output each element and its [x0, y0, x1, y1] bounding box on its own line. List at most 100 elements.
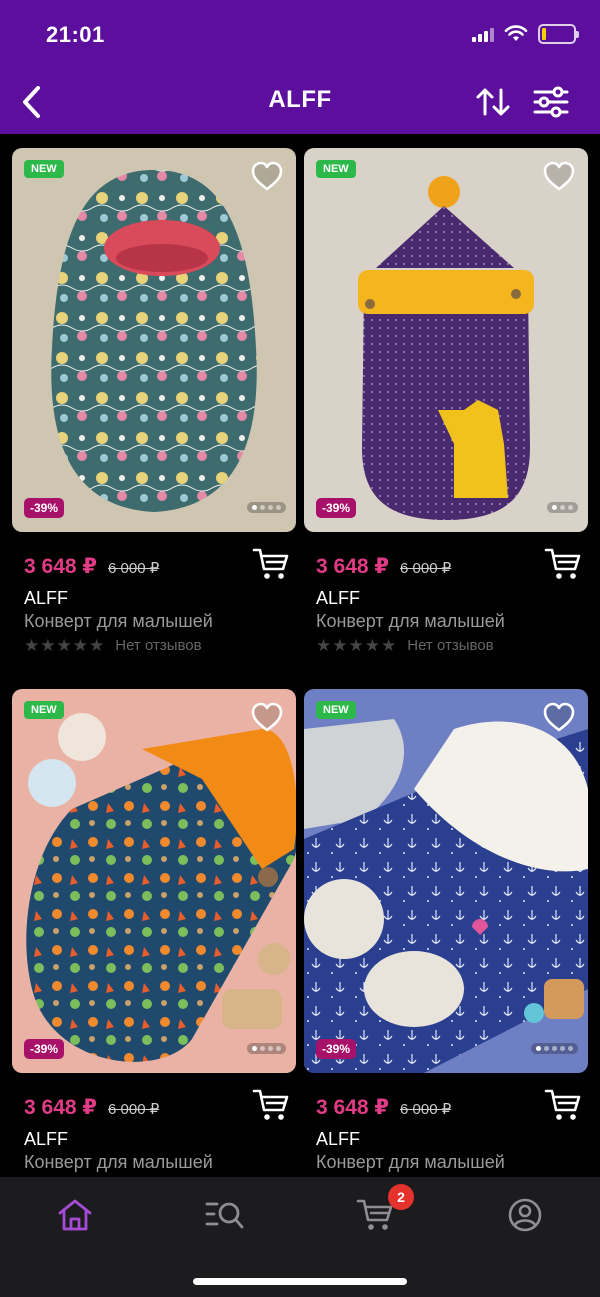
home-icon: [58, 1199, 92, 1231]
new-badge: NEW: [316, 160, 356, 178]
pagination-dot: [268, 1046, 273, 1051]
discount-badge: -39%: [24, 498, 65, 518]
pagination-dot: [568, 1046, 573, 1051]
brand-name: ALFF: [24, 588, 69, 608]
product-photo: [26, 713, 296, 1062]
star-icon: ★: [381, 636, 397, 655]
pagination-dot: [268, 505, 273, 510]
tab-profile[interactable]: [495, 1191, 555, 1239]
photo-pagination: [547, 502, 578, 513]
add-to-cart-button[interactable]: [252, 1087, 290, 1123]
pagination-dot: [276, 505, 281, 510]
product-image[interactable]: NEW -39%: [12, 689, 296, 1073]
reviews-count: Нет отзывов: [115, 637, 202, 654]
price: 3 648 ₽: [24, 555, 97, 578]
add-to-cart-button[interactable]: [544, 1087, 582, 1123]
star-icon: ★: [40, 636, 56, 655]
photo-pagination: [247, 1043, 286, 1054]
cart-icon: [544, 548, 581, 579]
sort-button[interactable]: [474, 84, 512, 120]
star-icon: ★: [24, 636, 40, 655]
product-photo: [51, 170, 257, 512]
rating: ★ ★ ★ ★ ★ Нет отзывов: [24, 637, 202, 654]
tab-home[interactable]: [45, 1191, 105, 1239]
product-image[interactable]: NEW -39%: [304, 148, 588, 532]
home-indicator: [193, 1278, 407, 1285]
status-icons: [472, 24, 579, 44]
cart-icon: [252, 548, 289, 579]
pagination-dot: [560, 505, 565, 510]
photo-pagination: [531, 1043, 578, 1054]
price-row: 3 648 ₽ 6 000 ₽: [316, 548, 588, 588]
brand-name: ALFF: [24, 1129, 69, 1149]
favorite-button[interactable]: [250, 160, 284, 192]
pagination-dot: [552, 505, 557, 510]
star-icon: ★: [89, 636, 105, 655]
new-badge: NEW: [24, 701, 64, 719]
pagination-dot: [568, 505, 573, 510]
price: 3 648 ₽: [316, 1096, 389, 1119]
pagination-dot: [560, 1046, 565, 1051]
favorite-button[interactable]: [542, 160, 576, 192]
product-image[interactable]: NEW -39%: [12, 148, 296, 532]
pagination-dot: [552, 1046, 557, 1051]
top-bar: 21:01 ALFF: [0, 0, 600, 134]
pagination-dot: [544, 1046, 549, 1051]
pagination-dot: [276, 1046, 281, 1051]
product-title[interactable]: Конверт для малышей: [24, 1152, 213, 1173]
product-photo: [304, 719, 588, 1073]
pagination-dot: [536, 1046, 541, 1051]
price: 3 648 ₽: [24, 1096, 97, 1119]
pagination-dot: [252, 1046, 257, 1051]
star-icon: ★: [348, 636, 364, 655]
star-icon: ★: [56, 636, 72, 655]
pagination-dot: [252, 505, 257, 510]
new-badge: NEW: [316, 701, 356, 719]
filter-button[interactable]: [532, 84, 570, 120]
discount-badge: -39%: [316, 498, 357, 518]
catalog-search-icon: [205, 1202, 244, 1229]
favorite-button[interactable]: [250, 701, 284, 733]
price: 3 648 ₽: [316, 555, 389, 578]
add-to-cart-button[interactable]: [252, 546, 290, 582]
favorite-button[interactable]: [542, 701, 576, 733]
rating: ★ ★ ★ ★ ★ Нет отзывов: [316, 637, 494, 654]
star-icon: ★: [316, 636, 332, 655]
product-title[interactable]: Конверт для малышей: [316, 611, 505, 632]
profile-icon: [508, 1198, 542, 1232]
price-row: 3 648 ₽ 6 000 ₽: [24, 548, 296, 588]
heart-outline-icon: [543, 702, 575, 732]
sliders-icon: [533, 86, 569, 118]
discount-badge: -39%: [316, 1039, 357, 1059]
wifi-icon: [504, 25, 528, 41]
photo-pagination: [247, 502, 286, 513]
star-icon: ★: [332, 636, 348, 655]
star-icon: ★: [72, 636, 88, 655]
pagination-dot: [260, 1046, 265, 1051]
signal-icon: [472, 26, 494, 42]
product-image[interactable]: NEW -39%: [304, 689, 588, 1073]
tab-catalog-search[interactable]: [195, 1191, 255, 1239]
discount-badge: -39%: [24, 1039, 65, 1059]
new-badge: NEW: [24, 160, 64, 178]
heart-outline-icon: [251, 161, 283, 191]
old-price: 6 000 ₽: [108, 560, 160, 577]
cart-count-badge: 2: [388, 1184, 414, 1210]
product-photo: [358, 176, 534, 520]
old-price: 6 000 ₽: [108, 1101, 160, 1118]
price-row: 3 648 ₽ 6 000 ₽: [24, 1089, 296, 1129]
brand-name: ALFF: [316, 1129, 361, 1149]
add-to-cart-button[interactable]: [544, 546, 582, 582]
product-title[interactable]: Конверт для малышей: [24, 611, 213, 632]
product-title[interactable]: Конверт для малышей: [316, 1152, 505, 1173]
sort-arrows-icon: [476, 88, 510, 116]
star-icon: ★: [364, 636, 380, 655]
battery-icon: [538, 24, 579, 44]
heart-outline-icon: [251, 702, 283, 732]
price-row: 3 648 ₽ 6 000 ₽: [316, 1089, 588, 1129]
cart-icon: [252, 1089, 289, 1120]
old-price: 6 000 ₽: [400, 560, 452, 577]
cart-icon: [544, 1089, 581, 1120]
status-time: 21:01: [46, 22, 105, 47]
old-price: 6 000 ₽: [400, 1101, 452, 1118]
